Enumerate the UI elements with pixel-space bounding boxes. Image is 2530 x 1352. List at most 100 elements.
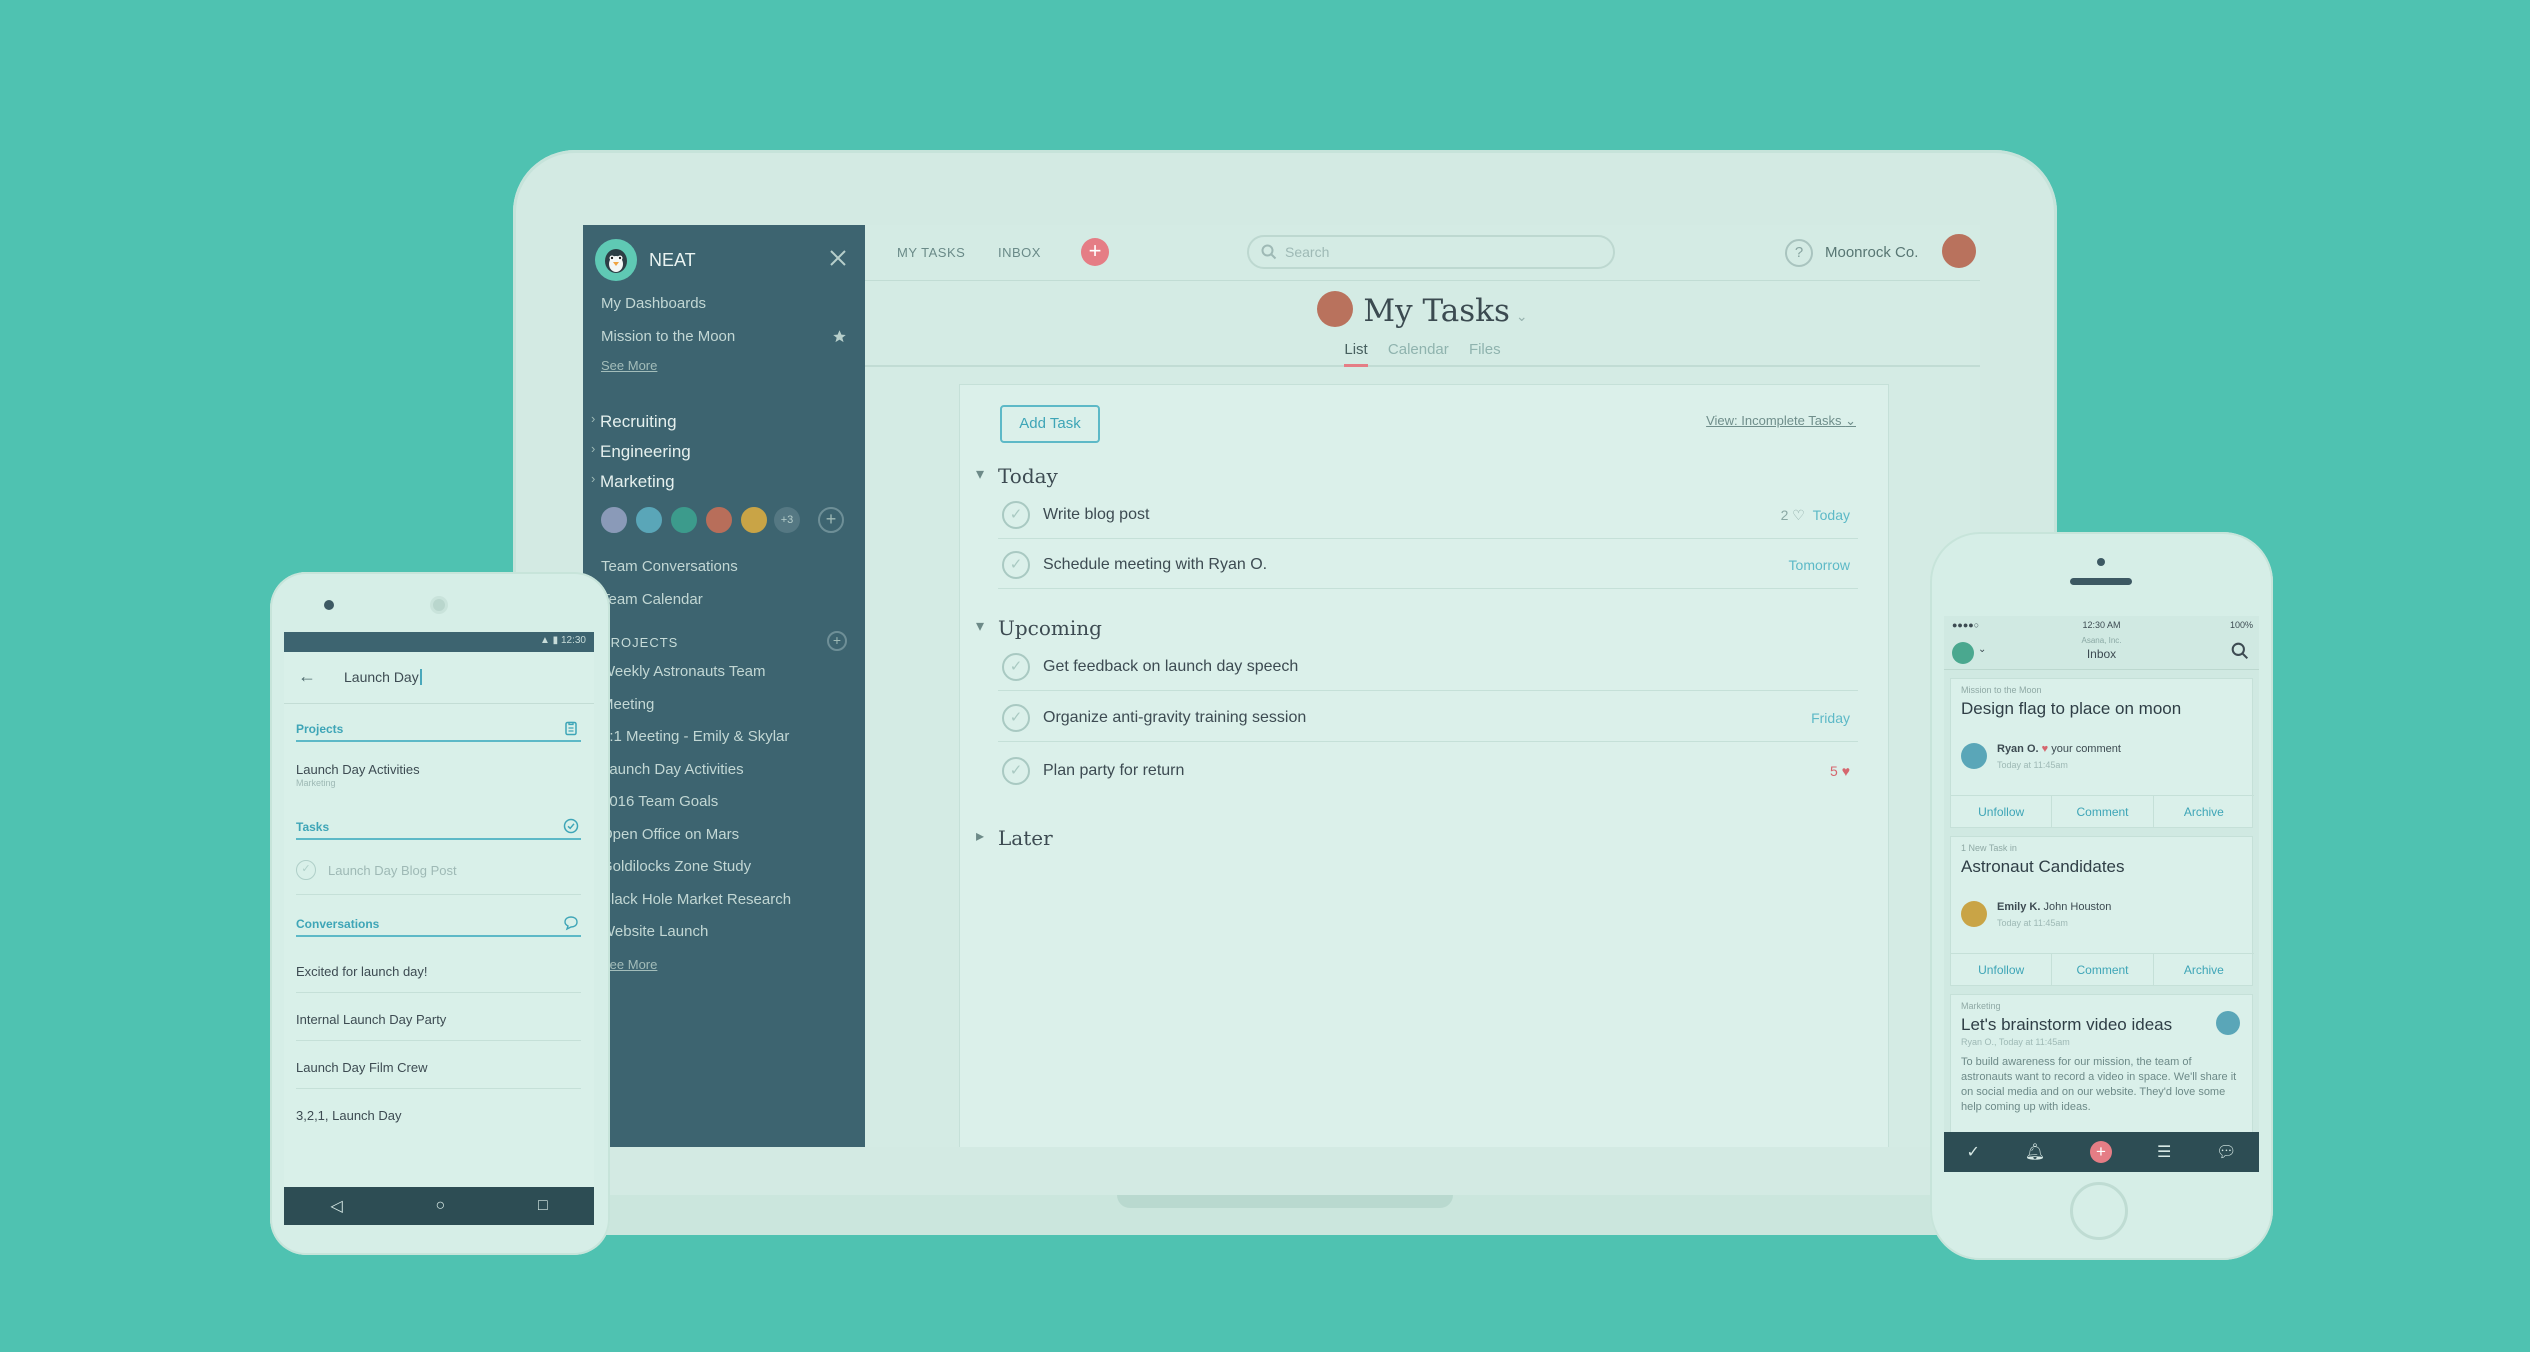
- checkmark-icon[interactable]: ✓: [1002, 757, 1030, 785]
- card-project[interactable]: Marketing: [1961, 1001, 2001, 1011]
- chat-bubble-icon[interactable]: 💬︎: [2216, 1142, 2236, 1162]
- page-title[interactable]: My Tasks ⌄: [865, 291, 1980, 329]
- view-filter-dropdown[interactable]: View: Incomplete Tasks ⌄: [1706, 413, 1856, 429]
- section-later[interactable]: Later: [976, 826, 1052, 850]
- add-button[interactable]: +: [2090, 1141, 2113, 1163]
- home-circle-icon[interactable]: ○: [435, 1197, 445, 1215]
- card-project[interactable]: 1 New Task in: [1961, 843, 2017, 853]
- sidebar-project[interactable]: 1:1 Meeting - Emily & Skylar: [601, 728, 789, 745]
- list-icon[interactable]: ☰: [2157, 1142, 2171, 1162]
- task-name[interactable]: Get feedback on launch day speech: [1043, 658, 1298, 676]
- sidebar-team-marketing[interactable]: Marketing: [591, 471, 675, 492]
- task-row[interactable]: ✓ Write blog post 2 ♡ Today: [998, 491, 1858, 539]
- due-date[interactable]: Today: [1813, 507, 1850, 523]
- heart-icon[interactable]: ♥: [1842, 763, 1850, 779]
- avatar[interactable]: [599, 505, 629, 535]
- nav-inbox[interactable]: INBOX: [998, 245, 1041, 260]
- chevron-down-icon[interactable]: ⌄: [1516, 309, 1528, 325]
- inbox-card[interactable]: 1 New Task in Astronaut Candidates Emily…: [1950, 836, 2254, 986]
- search-input[interactable]: Search: [1247, 235, 1615, 269]
- sidebar-item-my-dashboards[interactable]: My Dashboards: [601, 295, 706, 312]
- add-project-button[interactable]: +: [827, 631, 847, 651]
- unfollow-button[interactable]: Unfollow: [1951, 954, 2053, 985]
- sidebar-team-recruiting[interactable]: Recruiting: [591, 411, 676, 432]
- home-button[interactable]: [2070, 1182, 2128, 1240]
- tab-list[interactable]: List: [1344, 341, 1368, 367]
- search-result-project[interactable]: Launch Day Activities: [296, 762, 581, 777]
- check-circle-icon[interactable]: ✓: [1966, 1142, 1979, 1162]
- sidebar-project[interactable]: Weekly Astronauts Team: [601, 663, 766, 680]
- search-result-conversation[interactable]: Launch Day Film Crew: [296, 1060, 581, 1075]
- archive-button[interactable]: Archive: [2154, 954, 2254, 985]
- card-project[interactable]: Mission to the Moon: [1961, 685, 2042, 695]
- heart-icon[interactable]: ♡: [1792, 507, 1805, 523]
- unfollow-button[interactable]: Unfollow: [1951, 796, 2053, 827]
- search-result-conversation[interactable]: Internal Launch Day Party: [296, 1012, 581, 1027]
- checkmark-icon[interactable]: ✓: [1002, 501, 1030, 529]
- inbox-card[interactable]: Mission to the Moon Design flag to place…: [1950, 678, 2254, 828]
- tab-files[interactable]: Files: [1469, 341, 1501, 364]
- archive-button[interactable]: Archive: [2154, 796, 2254, 827]
- avatar[interactable]: [2216, 1011, 2240, 1035]
- sidebar-project[interactable]: Goldilocks Zone Study: [601, 858, 751, 875]
- checkmark-icon[interactable]: ✓: [1002, 551, 1030, 579]
- task-row[interactable]: ✓ Plan party for return 5 ♥: [998, 747, 1858, 795]
- inbox-card[interactable]: Marketing Let's brainstorm video ideas R…: [1950, 994, 2253, 1134]
- avatar[interactable]: [634, 505, 664, 535]
- avatar[interactable]: [704, 505, 734, 535]
- section-today[interactable]: Today: [976, 464, 1058, 488]
- penguin-logo-icon[interactable]: [595, 239, 637, 281]
- task-name[interactable]: Schedule meeting with Ryan O.: [1043, 556, 1267, 574]
- avatar[interactable]: [669, 505, 699, 535]
- card-title[interactable]: Design flag to place on moon: [1961, 699, 2181, 719]
- bell-icon[interactable]: 🔔︎: [2025, 1142, 2045, 1162]
- tab-calendar[interactable]: Calendar: [1388, 341, 1449, 364]
- avatar[interactable]: [739, 505, 769, 535]
- search-result-conversation[interactable]: Excited for launch day!: [296, 964, 581, 979]
- avatar[interactable]: [1961, 901, 1987, 927]
- section-upcoming[interactable]: Upcoming: [976, 616, 1102, 640]
- card-title[interactable]: Let's brainstorm video ideas: [1961, 1015, 2172, 1035]
- task-name[interactable]: Organize anti-gravity training session: [1043, 709, 1306, 727]
- workspace-name[interactable]: NEAT: [649, 250, 696, 271]
- sidebar-project[interactable]: Black Hole Market Research: [601, 891, 791, 908]
- comment-button[interactable]: Comment: [2052, 954, 2154, 985]
- nav-my-tasks[interactable]: MY TASKS: [897, 245, 965, 260]
- due-date[interactable]: Tomorrow: [1789, 557, 1850, 573]
- card-title[interactable]: Astronaut Candidates: [1961, 857, 2125, 877]
- avatar[interactable]: [1961, 743, 1987, 769]
- sidebar-project[interactable]: 2016 Team Goals: [601, 793, 718, 810]
- star-icon[interactable]: [832, 329, 847, 344]
- close-icon[interactable]: [825, 245, 851, 271]
- search-input[interactable]: Launch Day: [344, 669, 422, 685]
- add-member-button[interactable]: +: [818, 507, 844, 533]
- add-task-button[interactable]: Add Task: [1000, 405, 1100, 443]
- comment-button[interactable]: Comment: [2052, 796, 2154, 827]
- sidebar-item-team-calendar[interactable]: Team Calendar: [601, 591, 703, 608]
- quick-add-button[interactable]: +: [1081, 238, 1109, 266]
- task-row[interactable]: ✓ Schedule meeting with Ryan O. Tomorrow: [998, 541, 1858, 589]
- search-result-conversation[interactable]: 3,2,1, Launch Day: [296, 1108, 581, 1123]
- task-name[interactable]: Write blog post: [1043, 506, 1149, 524]
- checkmark-icon[interactable]: ✓: [296, 860, 316, 880]
- back-arrow-icon[interactable]: ←: [298, 666, 316, 687]
- organization-name[interactable]: Moonrock Co.: [1825, 244, 1918, 261]
- task-name[interactable]: Plan party for return: [1043, 762, 1184, 780]
- more-members-badge[interactable]: +3: [774, 507, 800, 533]
- sidebar-item-team-conversations[interactable]: Team Conversations: [601, 558, 738, 575]
- sidebar-project[interactable]: Website Launch: [601, 923, 708, 940]
- due-date[interactable]: Friday: [1811, 710, 1850, 726]
- search-result-task[interactable]: Launch Day Blog Post: [328, 863, 594, 878]
- help-button[interactable]: ?: [1785, 239, 1813, 267]
- sidebar-project[interactable]: Launch Day Activities: [601, 761, 744, 778]
- back-triangle-icon[interactable]: ◁: [330, 1196, 342, 1216]
- user-avatar[interactable]: [1940, 232, 1978, 270]
- task-row[interactable]: ✓ Get feedback on launch day speech: [998, 643, 1858, 691]
- sidebar-item-mission[interactable]: Mission to the Moon: [601, 328, 735, 345]
- recents-square-icon[interactable]: □: [538, 1197, 548, 1215]
- sidebar-team-engineering[interactable]: Engineering: [591, 441, 691, 462]
- search-icon[interactable]: [2231, 642, 2249, 660]
- task-row[interactable]: ✓ Organize anti-gravity training session…: [998, 694, 1858, 742]
- checkmark-icon[interactable]: ✓: [1002, 704, 1030, 732]
- sidebar-project[interactable]: Open Office on Mars: [601, 826, 739, 843]
